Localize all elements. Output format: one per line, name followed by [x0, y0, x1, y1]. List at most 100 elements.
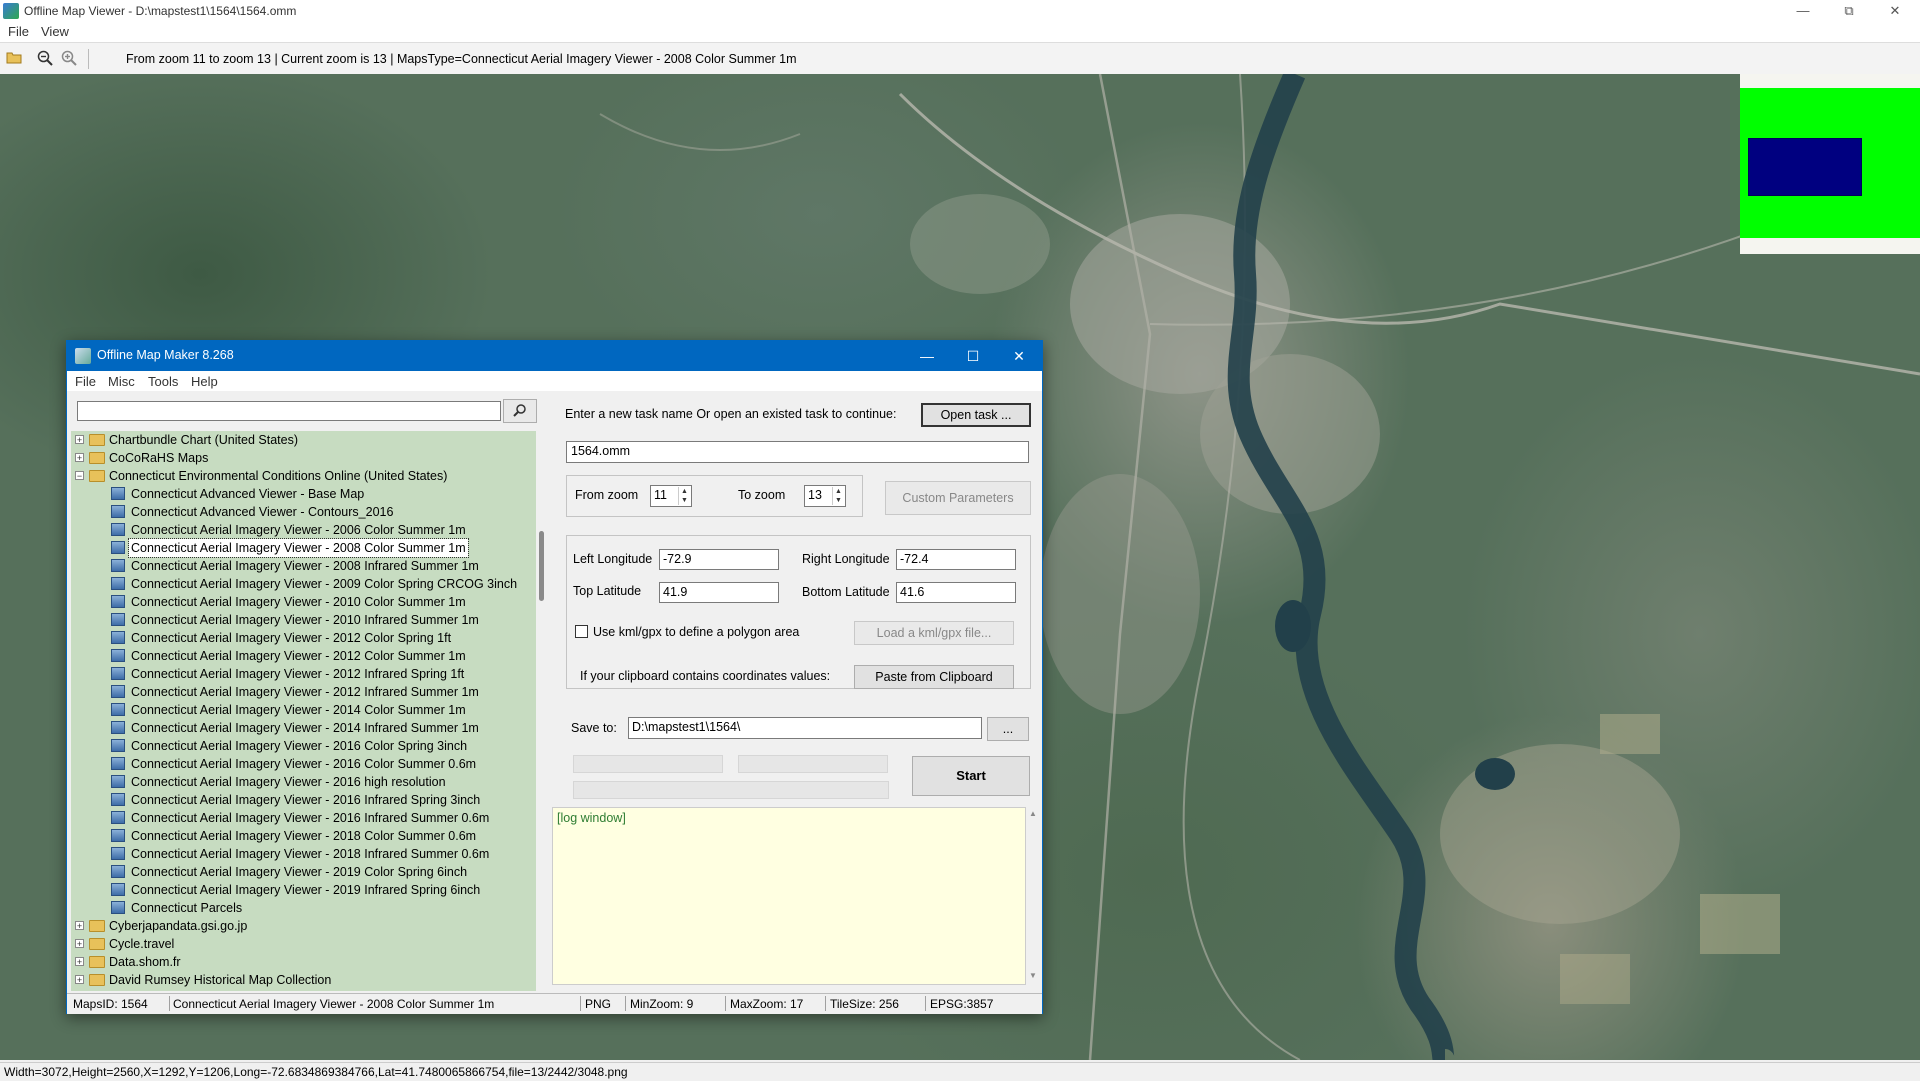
- expand-icon[interactable]: +: [75, 939, 84, 949]
- tree-map-item[interactable]: Connecticut Aerial Imagery Viewer - 2016…: [71, 773, 536, 791]
- folder-icon: [89, 434, 105, 446]
- scroll-up-icon[interactable]: ▲: [1028, 809, 1038, 818]
- save-path-input[interactable]: D:\mapstest1\1564\: [628, 717, 982, 739]
- left-longitude-input[interactable]: -72.9: [659, 549, 779, 570]
- tree-map-item[interactable]: Connecticut Parcels: [71, 899, 536, 917]
- tree-map-item[interactable]: Connecticut Aerial Imagery Viewer - 2008…: [71, 538, 536, 558]
- tree-map-item[interactable]: Connecticut Aerial Imagery Viewer - 2010…: [71, 593, 536, 611]
- log-scrollbar[interactable]: ▲ ▼: [1026, 807, 1040, 985]
- right-longitude-input[interactable]: -72.4: [896, 549, 1016, 570]
- tree-folder-item[interactable]: + Data.shom.fr: [71, 953, 536, 971]
- to-zoom-spinner[interactable]: 13 ▲ ▼: [804, 485, 846, 507]
- tree-item-label: Connecticut Aerial Imagery Viewer - 2018…: [131, 829, 477, 843]
- tree-folder-item[interactable]: − Connecticut Environmental Conditions On…: [71, 467, 536, 485]
- zoom-in-icon[interactable]: [60, 50, 78, 68]
- map-icon: [111, 829, 125, 842]
- menu-view[interactable]: View: [41, 24, 69, 39]
- viewer-statusbar: Width=3072,Height=2560,X=1292,Y=1206,Lon…: [0, 1062, 1920, 1081]
- overview-map[interactable]: [1740, 74, 1920, 254]
- tree-map-item[interactable]: Connecticut Aerial Imagery Viewer - 2018…: [71, 845, 536, 863]
- load-kml-button[interactable]: Load a kml/gpx file...: [854, 621, 1014, 645]
- maps-tree[interactable]: + Chartbundle Chart (United States) + CoCoR…: [71, 431, 536, 991]
- maker-menu-file[interactable]: File: [75, 374, 96, 389]
- browse-button[interactable]: ...: [987, 717, 1029, 741]
- from-zoom-spinner[interactable]: 11 ▲ ▼: [650, 485, 692, 507]
- task-prompt: Enter a new task name Or open an existed…: [565, 407, 897, 421]
- tree-folder-item[interactable]: + Cycle.travel: [71, 935, 536, 953]
- tree-map-item[interactable]: Connecticut Aerial Imagery Viewer - 2014…: [71, 701, 536, 719]
- tree-map-item[interactable]: Connecticut Aerial Imagery Viewer - 2010…: [71, 611, 536, 629]
- tree-map-item[interactable]: Connecticut Aerial Imagery Viewer - 2016…: [71, 755, 536, 773]
- tree-map-item[interactable]: Connecticut Aerial Imagery Viewer - 2012…: [71, 647, 536, 665]
- menu-file[interactable]: File: [8, 24, 29, 39]
- maker-menu-misc[interactable]: Misc: [108, 374, 135, 389]
- maker-menu-tools[interactable]: Tools: [148, 374, 178, 389]
- spinner-arrows-icon[interactable]: ▲ ▼: [832, 487, 844, 505]
- expand-icon[interactable]: +: [75, 975, 84, 985]
- tree-map-item[interactable]: Connecticut Aerial Imagery Viewer - 2019…: [71, 863, 536, 881]
- expand-icon[interactable]: +: [75, 957, 84, 967]
- maker-maximize-button[interactable]: ☐: [950, 341, 996, 371]
- tree-map-item[interactable]: Connecticut Advanced Viewer - Base Map: [71, 485, 536, 503]
- tree-map-item[interactable]: Connecticut Aerial Imagery Viewer - 2016…: [71, 809, 536, 827]
- tree-scrollbar[interactable]: [536, 431, 548, 991]
- tree-map-item[interactable]: Connecticut Aerial Imagery Viewer - 2014…: [71, 719, 536, 737]
- tree-map-item[interactable]: Connecticut Aerial Imagery Viewer - 2016…: [71, 791, 536, 809]
- progress-bar-2: [738, 755, 888, 773]
- tree-item-label: Connecticut Advanced Viewer - Contours_2…: [131, 505, 394, 519]
- paste-from-clipboard-button[interactable]: Paste from Clipboard: [854, 665, 1014, 689]
- tree-map-item[interactable]: Connecticut Aerial Imagery Viewer - 2008…: [71, 557, 536, 575]
- expand-icon[interactable]: +: [75, 453, 84, 463]
- tree-folder-item[interactable]: + David Rumsey Historical Map Collection: [71, 971, 536, 989]
- tree-item-label: Data.shom.fr: [109, 955, 181, 969]
- maker-window-title: Offline Map Maker 8.268: [97, 348, 234, 362]
- tree-scroll-thumb[interactable]: [539, 531, 544, 601]
- tree-map-item[interactable]: Connecticut Aerial Imagery Viewer - 2012…: [71, 683, 536, 701]
- maker-close-button[interactable]: ✕: [996, 341, 1042, 371]
- tree-folder-item[interactable]: + Cyberjapandata.gsi.go.jp: [71, 917, 536, 935]
- open-task-button[interactable]: Open task ...: [921, 403, 1031, 427]
- search-input[interactable]: [77, 401, 501, 421]
- minimize-button[interactable]: —: [1780, 0, 1826, 22]
- bottom-latitude-input[interactable]: 41.6: [896, 582, 1016, 603]
- collapse-icon[interactable]: −: [75, 471, 84, 481]
- tree-map-item[interactable]: Connecticut Advanced Viewer - Contours_2…: [71, 503, 536, 521]
- tree-map-item[interactable]: Connecticut Aerial Imagery Viewer - 2012…: [71, 665, 536, 683]
- tree-map-item[interactable]: Connecticut Aerial Imagery Viewer - 2018…: [71, 827, 536, 845]
- zoom-out-icon[interactable]: [36, 50, 54, 68]
- expand-icon[interactable]: +: [75, 435, 84, 445]
- tree-map-item[interactable]: Connecticut Aerial Imagery Viewer - 2006…: [71, 521, 536, 539]
- toolbar-divider: [88, 49, 89, 69]
- top-latitude-input[interactable]: 41.9: [659, 582, 779, 603]
- maximize-button[interactable]: ⧉: [1826, 0, 1872, 22]
- tree-map-item[interactable]: Connecticut Aerial Imagery Viewer - 2012…: [71, 629, 536, 647]
- folder-icon: [89, 920, 105, 932]
- maker-menu-help[interactable]: Help: [191, 374, 218, 389]
- start-button[interactable]: Start: [912, 756, 1030, 796]
- folder-open-icon[interactable]: [5, 50, 23, 68]
- map-icon: [111, 667, 125, 680]
- tree-folder-item[interactable]: + CoCoRaHS Maps: [71, 449, 536, 467]
- expand-icon[interactable]: +: [75, 921, 84, 931]
- kml-label: Use kml/gpx to define a polygon area: [593, 625, 800, 639]
- maker-minimize-button[interactable]: —: [904, 341, 950, 371]
- tree-item-label: Connecticut Aerial Imagery Viewer - 2009…: [131, 577, 518, 591]
- log-window[interactable]: [log window]: [552, 807, 1026, 985]
- task-name-input[interactable]: 1564.omm: [566, 441, 1029, 463]
- search-button[interactable]: [503, 399, 537, 423]
- tree-folder-item[interactable]: + Chartbundle Chart (United States): [71, 431, 536, 449]
- map-icon: [111, 865, 125, 878]
- map-icon: [111, 739, 125, 752]
- left-longitude-label: Left Longitude: [573, 552, 653, 566]
- folder-icon: [89, 470, 105, 482]
- tree-map-item[interactable]: Connecticut Aerial Imagery Viewer - 2016…: [71, 737, 536, 755]
- custom-parameters-button[interactable]: Custom Parameters: [885, 481, 1031, 515]
- spinner-arrows-icon[interactable]: ▲ ▼: [678, 487, 690, 505]
- tree-map-item[interactable]: Connecticut Aerial Imagery Viewer - 2019…: [71, 881, 536, 899]
- map-icon: [111, 559, 125, 572]
- scroll-down-icon[interactable]: ▼: [1028, 971, 1038, 980]
- overview-viewport[interactable]: [1748, 138, 1862, 196]
- close-button[interactable]: ✕: [1872, 0, 1918, 22]
- kml-checkbox[interactable]: [575, 625, 588, 638]
- tree-map-item[interactable]: Connecticut Aerial Imagery Viewer - 2009…: [71, 575, 536, 593]
